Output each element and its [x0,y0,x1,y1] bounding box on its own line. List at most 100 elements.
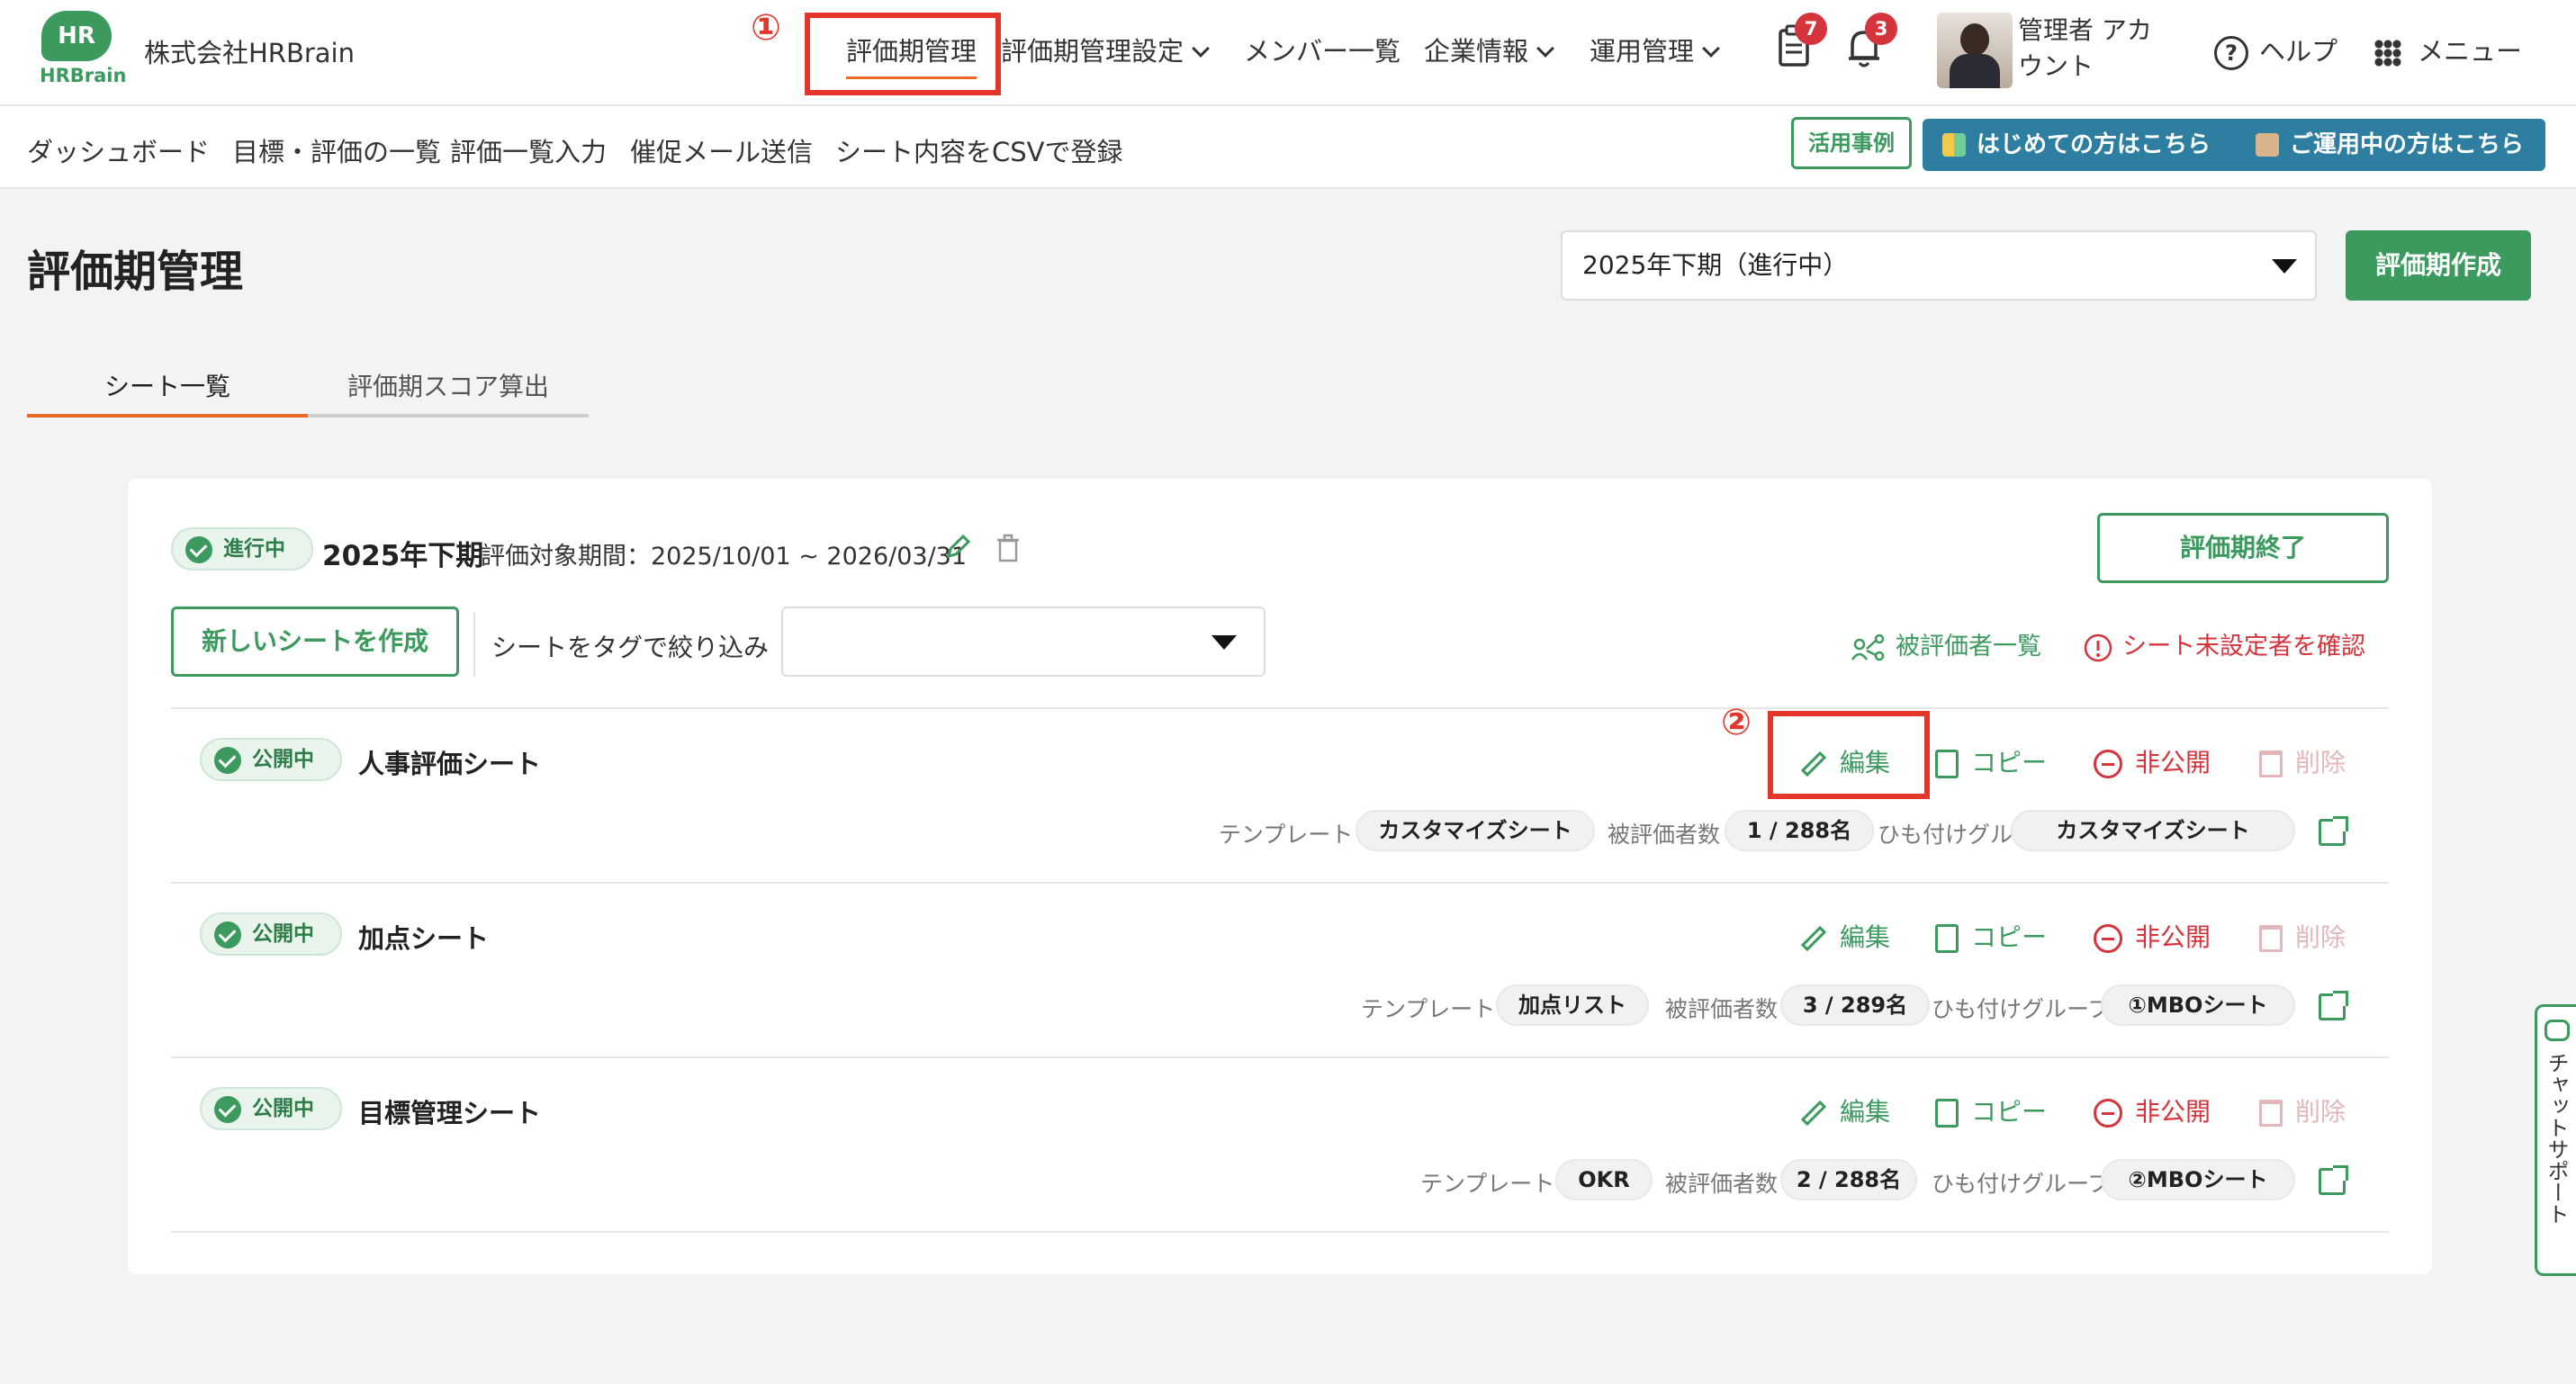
nav-evaluation-settings[interactable]: 評価期管理設定 [1001,31,1210,68]
group-chip: ①MBOシート [2101,984,2295,1026]
pencil-icon[interactable] [941,531,974,563]
notifications-button[interactable]: 3 [1840,13,1897,74]
delete-sheet-button: 削除 [2259,1092,2346,1128]
row-divider [171,1231,2389,1233]
sheet-status-badge: 公開中 [200,1087,342,1130]
trash-icon [2259,1100,2283,1127]
group-chip: ②MBOシート [2101,1159,2295,1200]
filter-divider [473,612,475,677]
help-button[interactable]: ? ヘルプ [2214,31,2337,70]
trash-icon [2259,750,2283,777]
chat-support-tab[interactable]: チャットサポート [2535,1004,2576,1276]
chat-bubble-icon [2544,1020,2570,1041]
end-period-button[interactable]: 評価期終了 [2097,513,2389,583]
avatar[interactable] [1937,13,2013,88]
group-label: ひも付けグループ [1932,1171,2111,1197]
sheet-name[interactable]: 目標管理シート [358,1092,541,1130]
copy-icon [1935,924,1959,953]
menu-button[interactable]: メニュー [2374,31,2522,68]
unpublish-sheet-button[interactable]: 非公開 [2094,1092,2211,1128]
filter-label: シートをタグで絞り込み [491,633,770,662]
sheet-name[interactable]: 加点シート [358,918,489,956]
page-title: 評価期管理 [27,247,244,297]
subnav-csv-register[interactable]: シート内容をCSVで登録 [835,131,1123,169]
subnav-reminder-mail[interactable]: 催促メール送信 [630,131,813,169]
sheet-name[interactable]: 人事評価シート [358,743,541,781]
template-label: テンプレート [1361,996,1496,1022]
beginner-guide-button[interactable]: はじめての方はこちら [1923,119,2250,171]
tab-sheet-list[interactable]: シート一覧 [104,367,230,403]
subnav-bulk-input[interactable]: 評価一覧入力 [450,131,607,169]
case-studies-button[interactable]: 活用事例 [1791,117,1912,169]
tasks-badge: 7 [1795,13,1827,45]
template-label: テンプレート [1420,1171,1555,1197]
template-label: テンプレート [1219,822,1354,848]
term-status-badge: 進行中 [171,527,313,571]
avatar-head [1960,23,1989,56]
minus-circle-icon [2094,750,2122,778]
chevron-down-icon [1192,40,1210,58]
group-chip: カスタマイズシート [2011,810,2295,851]
logo-bubble: HR [41,11,112,61]
evaluatee-count-label: 被評価者数 [1665,1171,1779,1197]
annotation-step-2: ② [1721,702,1752,743]
annotation-step-1: ① [751,7,781,49]
caret-down-icon [1211,635,1237,650]
subnav-goals-list[interactable]: 目標・評価の一覧 [232,131,441,169]
check-circle-icon [185,536,212,563]
delete-sheet-button: 削除 [2259,743,2346,779]
copy-sheet-button[interactable]: コピー [1935,918,2047,954]
hrbrain-logo[interactable]: HR HRBrain [36,11,126,88]
tasks-button[interactable]: 7 [1770,13,1827,74]
check-circle-icon [214,921,241,948]
term-card [128,479,2432,1274]
person-icon [2256,133,2279,157]
top-navigation: HR HRBrain 株式会社HRBrain 評価期管理 評価期管理設定 メンバ… [0,0,2576,106]
edit-sheet-button[interactable]: 編集 [1800,918,1890,954]
unpublish-sheet-button[interactable]: 非公開 [2094,743,2211,779]
external-link-icon[interactable] [2319,991,2348,1020]
term-period: 評価対象期間：2025/10/01 ~ 2026/03/31 [481,543,968,571]
nav-operations[interactable]: 運用管理 [1590,31,1720,68]
external-link-icon[interactable] [2319,1165,2348,1195]
tab-score-calculation[interactable]: 評価期スコア算出 [347,367,549,403]
user-name[interactable]: 管理者 アカウント [2018,13,2171,85]
evaluatees-list-link[interactable]: 被評価者一覧 [1851,626,2041,663]
period-select[interactable]: 2025年下期（進行中） [1561,230,2317,301]
trash-icon[interactable] [994,533,1022,565]
unpublish-sheet-button[interactable]: 非公開 [2094,918,2211,954]
edit-sheet-button[interactable]: 編集 [1800,1092,1890,1128]
copy-sheet-button[interactable]: コピー [1935,743,2047,779]
create-sheet-button[interactable]: 新しいシートを作成 [171,607,459,677]
notifications-badge: 3 [1865,13,1897,45]
nav-company-info[interactable]: 企業情報 [1424,31,1554,68]
minus-circle-icon [2094,1099,2122,1128]
question-circle-icon: ? [2214,36,2248,70]
evaluatee-count-chip: 3 / 289名 [1780,984,1930,1026]
copy-sheet-button[interactable]: コピー [1935,1092,2047,1128]
template-chip: 加点リスト [1496,984,1649,1026]
row-divider [171,1056,2389,1058]
chevron-down-icon [1536,40,1554,58]
company-name: 株式会社HRBrain [144,38,355,68]
trash-icon [2259,925,2283,952]
evaluatee-count-chip: 1 / 288名 [1725,810,1874,851]
chevron-down-icon [1702,40,1720,58]
tag-filter-select[interactable] [781,607,1265,677]
logo-wordmark: HRBrain [40,65,127,86]
subnav-dashboard[interactable]: ダッシュボード [27,131,210,169]
people-network-icon [1851,634,1885,661]
sheet-status-badge: 公開中 [200,738,342,781]
unset-members-link[interactable]: シート未設定者を確認 [2083,626,2365,663]
nav-members[interactable]: メンバー一覧 [1244,31,1401,68]
create-period-button[interactable]: 評価期作成 [2346,230,2531,301]
evaluatee-count-label: 被評価者数 [1608,822,1721,848]
chat-support-label: チャットサポート [2544,1052,2569,1225]
row-divider [171,882,2389,884]
in-use-guide-button[interactable]: ご運用中の方はこちら [2236,119,2545,171]
copy-icon [1935,750,1959,778]
minus-circle-icon [2094,924,2122,953]
pencil-icon [1800,925,1827,952]
external-link-icon[interactable] [2319,816,2348,846]
sheet-status-badge: 公開中 [200,912,342,956]
